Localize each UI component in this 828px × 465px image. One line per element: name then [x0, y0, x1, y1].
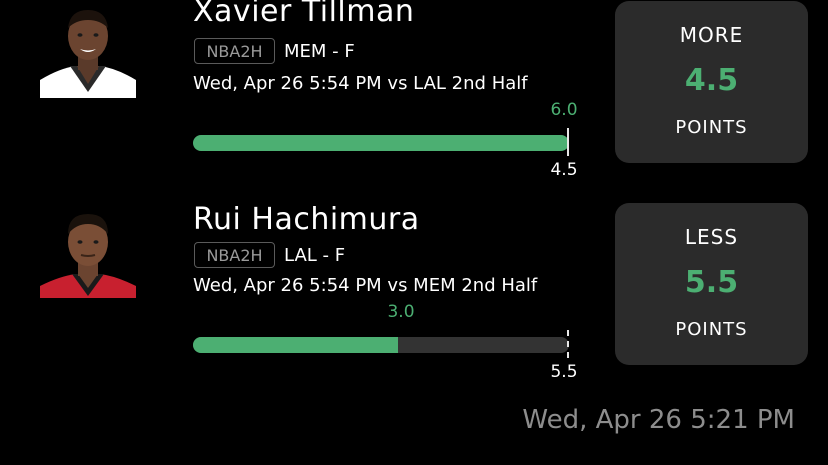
more-less-card[interactable]: MORE 4.5 POINTS [615, 1, 808, 163]
stat-label: POINTS [675, 319, 748, 340]
more-less-card[interactable]: LESS 5.5 POINTS [615, 203, 808, 365]
choice-line-value: 4.5 [684, 63, 739, 98]
choice-label: MORE [679, 23, 744, 47]
choice-line-value: 5.5 [684, 265, 739, 300]
progress-bar [193, 135, 569, 151]
player-name: Rui Hachimura [193, 202, 420, 237]
progress-fill [193, 337, 398, 353]
team-position: LAL - F [284, 245, 346, 266]
pick-card: Rui Hachimura NBA2H LAL - F Wed, Apr 26 … [0, 202, 828, 402]
stat-label: POINTS [675, 117, 748, 138]
line-marker [567, 128, 569, 156]
pick-card: Xavier Tillman NBA2H MEM - F Wed, Apr 26… [0, 0, 828, 200]
progress-bar [193, 337, 569, 353]
timestamp: Wed, Apr 26 5:21 PM [522, 405, 795, 435]
choice-label: LESS [684, 225, 739, 249]
game-info: Wed, Apr 26 5:54 PM vs MEM 2nd Half [193, 275, 538, 296]
player-headshot-icon [40, 202, 136, 298]
player-headshot-icon [40, 2, 136, 98]
line-value: 4.5 [550, 160, 578, 180]
progress-fill [193, 135, 569, 151]
game-info: Wed, Apr 26 5:54 PM vs LAL 2nd Half [193, 73, 528, 94]
line-marker [567, 330, 569, 358]
team-position: MEM - F [284, 41, 355, 62]
current-value: 3.0 [387, 302, 415, 322]
line-value: 5.5 [550, 362, 578, 382]
league-badge: NBA2H [194, 242, 275, 268]
page: Xavier Tillman NBA2H MEM - F Wed, Apr 26… [0, 0, 828, 465]
player-name: Xavier Tillman [193, 0, 415, 29]
current-value: 6.0 [550, 100, 578, 120]
league-badge: NBA2H [194, 38, 275, 64]
